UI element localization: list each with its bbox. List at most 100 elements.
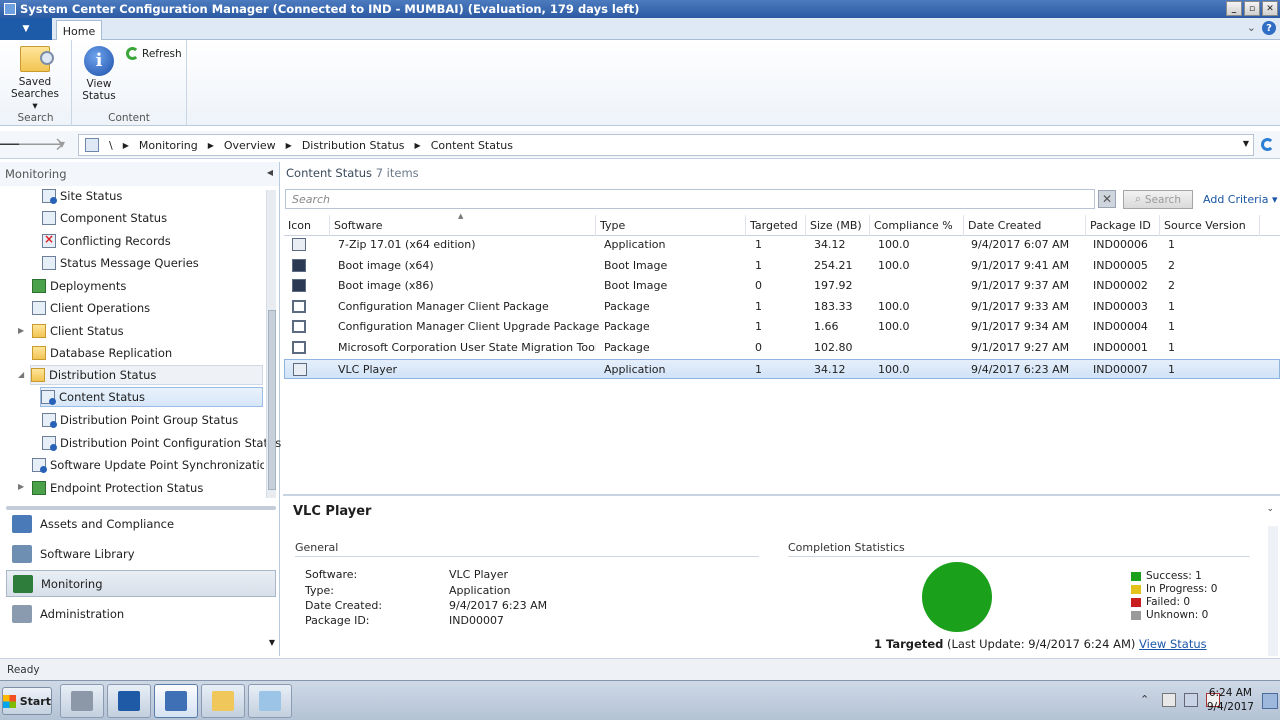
view-status-button[interactable]: i View Status: [72, 46, 126, 102]
tree-item-deployments[interactable]: Deployments: [32, 276, 126, 296]
help-icon[interactable]: ?: [1262, 21, 1276, 35]
workspace-assets-and-compliance[interactable]: Assets and Compliance: [6, 510, 276, 537]
breadcrumb-content-status[interactable]: Content Status: [431, 139, 513, 152]
breadcrumb-sep-icon[interactable]: ▶: [123, 141, 129, 150]
sup-sync-icon: [32, 458, 47, 473]
network-icon[interactable]: [1184, 693, 1198, 707]
nav-header: Monitoring ◀: [0, 162, 279, 186]
minimize-button[interactable]: _: [1226, 1, 1242, 16]
detail-scrollbar[interactable]: [1268, 526, 1278, 656]
cell-date: 9/1/2017 9:34 AM: [971, 320, 1070, 333]
cell-compliance: 100.0: [878, 259, 910, 272]
ribbon-collapse-icon[interactable]: ⌄: [1247, 21, 1256, 35]
table-row[interactable]: Configuration Manager Client Upgrade Pac…: [284, 317, 1280, 337]
col-header-package-id[interactable]: Package ID: [1086, 215, 1160, 236]
cell-software: Boot image (x86): [338, 279, 434, 292]
tree-item-client-status[interactable]: Client Status: [32, 321, 124, 341]
breadcrumb-sep-icon[interactable]: ▶: [415, 141, 421, 150]
col-header-icon[interactable]: Icon: [284, 215, 330, 236]
table-row[interactable]: Boot image (x86) Boot Image 0 197.92 9/1…: [284, 276, 1280, 296]
taskbar-server-manager[interactable]: [60, 684, 104, 718]
taskbar-clock[interactable]: 6:24 AM 9/4/2017: [1207, 686, 1254, 714]
cell-date: 9/1/2017 9:33 AM: [971, 300, 1070, 313]
table-row[interactable]: Configuration Manager Client Package Pac…: [284, 297, 1280, 317]
tab-home[interactable]: Home: [56, 20, 102, 41]
cell-targeted: 1: [755, 259, 762, 272]
cell-size: 183.33: [814, 300, 853, 313]
breadcrumb-distribution-status[interactable]: Distribution Status: [302, 139, 405, 152]
tree-item-conflicting-records[interactable]: Conflicting Records: [42, 231, 171, 251]
col-header-date-created[interactable]: Date Created: [964, 215, 1086, 236]
view-status-link[interactable]: View Status: [1139, 637, 1207, 651]
workspace-monitoring[interactable]: Monitoring: [6, 570, 276, 597]
breadcrumb-sep-icon[interactable]: ▶: [286, 141, 292, 150]
field-value-software: VLC Player: [449, 568, 509, 581]
close-button[interactable]: ✕: [1262, 1, 1278, 16]
tree-item-site-status[interactable]: Site Status: [42, 186, 122, 206]
workspace-software-library[interactable]: Software Library: [6, 540, 276, 567]
table-row[interactable]: 7-Zip 17.01 (x64 edition) Application 1 …: [284, 235, 1280, 255]
tree-item-status-message-queries[interactable]: Status Message Queries: [42, 253, 199, 273]
forward-arrow-icon[interactable]: 🡒: [17, 134, 65, 156]
col-header-targeted[interactable]: Targeted: [746, 215, 806, 236]
breadcrumb-sep-icon[interactable]: ▶: [208, 141, 214, 150]
restore-button[interactable]: ▫: [1244, 1, 1260, 16]
nav-tree-scroll-thumb[interactable]: [268, 310, 276, 490]
taskbar-explorer[interactable]: [201, 684, 245, 718]
tree-item-dp-group-status[interactable]: Distribution Point Group Status: [42, 410, 238, 430]
cell-source-version: 2: [1168, 279, 1175, 292]
collapse-detail-icon[interactable]: ⌄: [1266, 504, 1274, 514]
add-criteria-button[interactable]: Add Criteria ▾: [1203, 193, 1277, 206]
collapse-pane-icon[interactable]: ◀: [267, 168, 273, 177]
tree-item-client-operations[interactable]: Client Operations: [32, 298, 150, 318]
search-input[interactable]: Search: [285, 189, 1095, 209]
workspace-administration[interactable]: Administration: [6, 600, 276, 627]
nav-tree-scrollbar[interactable]: [266, 190, 276, 498]
taskbar-app[interactable]: [248, 684, 292, 718]
show-desktop-icon[interactable]: [1262, 693, 1278, 709]
tree-item-component-status[interactable]: Component Status: [42, 208, 167, 228]
completion-pie-chart: [922, 562, 992, 632]
collapse-distribution-status-icon[interactable]: ◢: [18, 370, 24, 379]
app-menu-button[interactable]: ▼: [0, 18, 52, 40]
col-header-size[interactable]: Size (MB): [806, 215, 870, 236]
col-header-type[interactable]: Type: [596, 215, 746, 236]
search-button[interactable]: ⌕ Search: [1123, 190, 1193, 209]
tray-expand-icon[interactable]: ⌃: [1140, 693, 1154, 707]
tree-item-endpoint-protection-status[interactable]: Endpoint Protection Status: [32, 478, 203, 498]
start-button[interactable]: Start: [2, 687, 52, 715]
legend-label: In Progress: 0: [1146, 583, 1218, 595]
tree-item-sup-sync-status[interactable]: Software Update Point Synchronization St…: [32, 455, 264, 475]
taskbar-powershell[interactable]: [107, 684, 151, 718]
boot-image-icon: [292, 259, 306, 272]
refresh-button[interactable]: Refresh: [126, 47, 182, 60]
col-header-source-version[interactable]: Source Version: [1160, 215, 1260, 236]
tree-item-database-replication[interactable]: Database Replication: [32, 343, 172, 363]
saved-searches-button[interactable]: Saved Searches ▾: [8, 46, 62, 112]
breadcrumb-dropdown-icon[interactable]: ▼: [1243, 139, 1249, 148]
expand-endpoint-protection-icon[interactable]: ▶: [18, 482, 24, 491]
action-center-flag-icon[interactable]: [1162, 693, 1176, 707]
breadcrumb-monitoring[interactable]: Monitoring: [139, 139, 198, 152]
address-refresh-icon[interactable]: [1261, 138, 1274, 151]
tree-item-distribution-status[interactable]: Distribution Status: [30, 365, 263, 385]
cell-type: Package: [604, 320, 650, 333]
cell-package-id: IND00002: [1093, 279, 1148, 292]
tree-item-dp-config-status[interactable]: Distribution Point Configuration Status: [42, 433, 281, 453]
clear-search-icon[interactable]: ✕: [1098, 190, 1116, 208]
history-dropdown-icon[interactable]: ▼: [56, 134, 68, 156]
table-row[interactable]: Microsoft Corporation User State Migrati…: [284, 338, 1280, 358]
col-header-compliance[interactable]: Compliance %: [870, 215, 964, 236]
view-status-label-2: Status: [82, 90, 116, 102]
table-row[interactable]: Boot image (x64) Boot Image 1 254.21 100…: [284, 256, 1280, 276]
breadcrumb-root[interactable]: \: [109, 139, 113, 152]
tree-label: Software Update Point Synchronization St…: [50, 458, 264, 472]
tree-item-content-status[interactable]: Content Status: [40, 387, 263, 407]
tree-label: Distribution Point Configuration Status: [60, 436, 282, 450]
workspace-scroll-down-icon[interactable]: ▼: [269, 638, 275, 647]
table-row-selected[interactable]: VLC Player Application 1 34.12 100.0 9/4…: [284, 359, 1280, 379]
expand-client-status-icon[interactable]: ▶: [18, 326, 24, 335]
breadcrumb-overview[interactable]: Overview: [224, 139, 276, 152]
taskbar-configmgr-console[interactable]: [154, 684, 198, 718]
status-query-icon: [42, 256, 56, 270]
